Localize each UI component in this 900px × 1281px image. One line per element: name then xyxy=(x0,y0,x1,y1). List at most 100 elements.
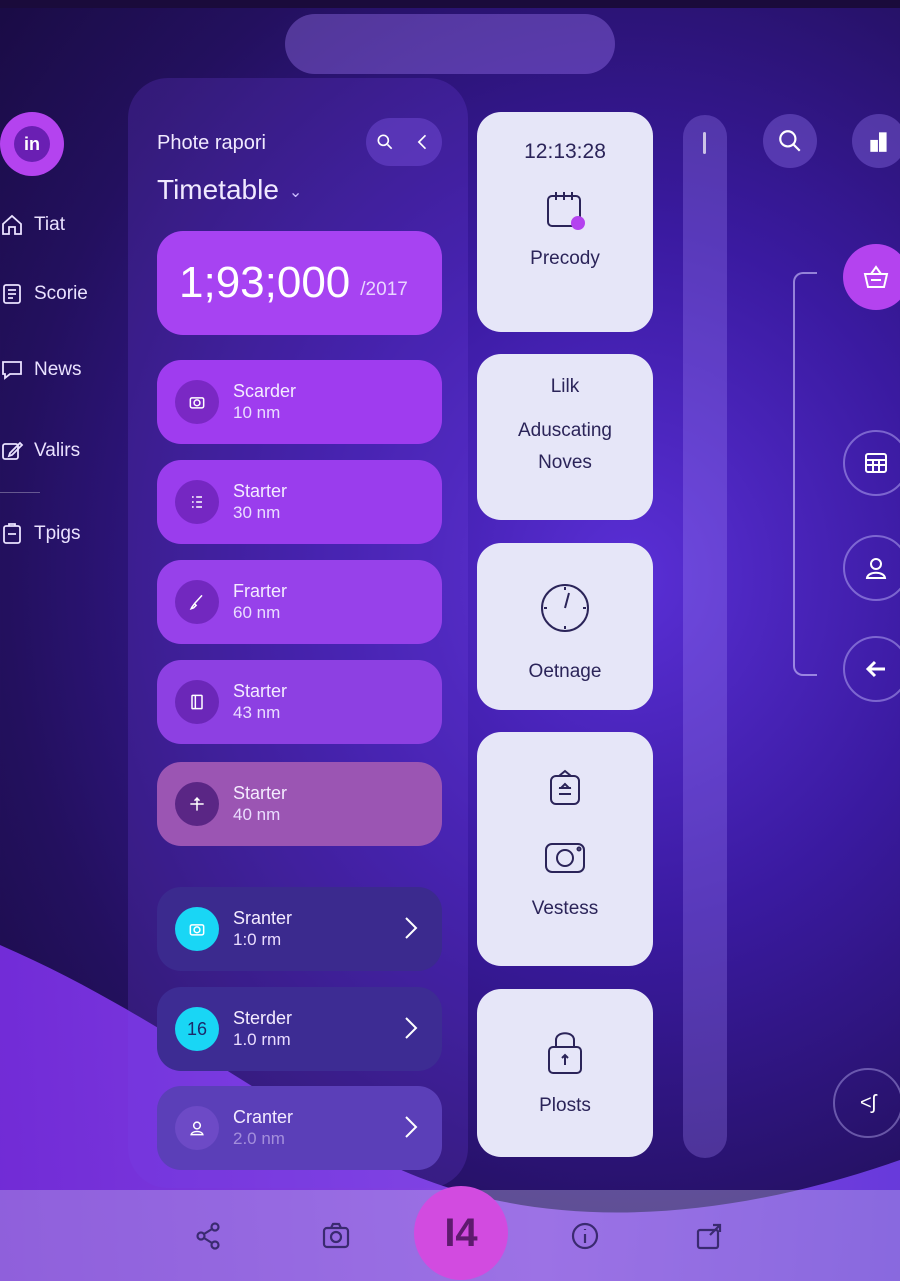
highlight-value: 1;93;000 xyxy=(179,258,351,307)
top-search-pill[interactable] xyxy=(285,14,615,74)
brand-logo[interactable]: in xyxy=(0,112,64,176)
camera-icon[interactable] xyxy=(320,1220,352,1252)
search-icon xyxy=(779,130,801,152)
highlight-year: /2017 xyxy=(360,279,408,300)
list-item[interactable]: Sranter 1:0 rm xyxy=(157,887,442,971)
lock-icon xyxy=(548,1032,582,1074)
tile-line3: Noves xyxy=(538,452,592,473)
list-item-title: Starter xyxy=(233,481,288,501)
search-icon[interactable] xyxy=(375,132,395,152)
tile-line2: Aduscating xyxy=(517,420,612,441)
status-strip xyxy=(0,0,900,8)
calendar-grid-button[interactable] xyxy=(843,430,900,496)
list-item-title: Scarder xyxy=(233,381,297,401)
list-item-sub: 40 nm xyxy=(233,805,281,824)
list-icon xyxy=(175,480,219,524)
chevron-right-icon xyxy=(404,1114,418,1140)
brand-label: in xyxy=(14,126,50,162)
scrollbar-thumb[interactable] xyxy=(703,132,706,154)
clock-icon xyxy=(541,584,589,632)
count-badge: 16 xyxy=(175,1007,219,1051)
tile-precody[interactable]: 12:13:28 Precody xyxy=(477,112,653,332)
scrollbar[interactable] xyxy=(683,115,727,1158)
share-icon[interactable] xyxy=(192,1220,224,1252)
chevron-down-icon: ⌄ xyxy=(288,183,303,201)
tile-vestess[interactable]: Vestess xyxy=(477,732,653,966)
sidebar-item-tpigs[interactable]: Tpigs xyxy=(0,522,80,546)
highlight-card[interactable]: 1;93;000 /2017 xyxy=(157,231,442,335)
search-button[interactable] xyxy=(763,114,817,168)
profile-button[interactable] xyxy=(843,535,900,601)
list-item[interactable]: Starter 40 nm xyxy=(157,762,442,846)
chevron-right-icon xyxy=(404,915,418,941)
basket-icon xyxy=(863,265,889,288)
book-icon xyxy=(175,680,219,724)
list-item-title: Sterder xyxy=(233,1008,293,1028)
list-item-title: Cranter xyxy=(233,1107,294,1127)
sidebar-item-tiat[interactable]: Tiat xyxy=(0,213,65,237)
code-button[interactable]: <ʃ xyxy=(833,1068,900,1138)
list-item-title: Starter xyxy=(233,681,288,701)
list-item[interactable]: Frarter 60 nm xyxy=(157,560,442,644)
tile-label: Oetnage xyxy=(528,661,602,682)
list-item-sub: 10 nm xyxy=(233,403,281,422)
primary-action-button[interactable]: I4 xyxy=(414,1186,508,1280)
export-icon[interactable] xyxy=(693,1220,725,1252)
list-item-sub: 2.0 nm xyxy=(233,1129,285,1148)
tile-oetnage[interactable]: Oetnage xyxy=(477,543,653,710)
stats-button[interactable] xyxy=(852,114,900,168)
basket-button[interactable] xyxy=(843,244,900,310)
tile-label: Vestess xyxy=(531,898,599,919)
chat-icon xyxy=(2,361,22,380)
camera-icon xyxy=(175,380,219,424)
sidebar-item-label: Tiat xyxy=(34,214,65,235)
panel-title[interactable]: Timetable ⌄ xyxy=(157,174,302,206)
chevron-right-icon xyxy=(404,1015,418,1041)
list-item-sub: 1.0 rnm xyxy=(233,1030,291,1049)
calendar-grid-icon xyxy=(865,453,887,473)
home-icon xyxy=(2,214,22,235)
arrow-left-icon xyxy=(865,660,885,678)
camera-icon xyxy=(175,907,219,951)
list-item-sub: 43 nm xyxy=(233,703,281,722)
move-icon xyxy=(175,782,219,826)
sidebar-item-label: Scorie xyxy=(34,283,88,304)
panel-actions xyxy=(366,118,442,166)
sidebar-divider xyxy=(0,492,40,493)
brush-icon xyxy=(175,580,219,624)
panel-subtitle: Phote rapori xyxy=(157,132,266,154)
clock-time: 12:13:28 xyxy=(524,140,606,163)
sidebar-item-news[interactable]: News xyxy=(0,358,82,382)
info-icon[interactable] xyxy=(569,1220,601,1252)
edit-icon xyxy=(2,441,24,460)
back-button[interactable] xyxy=(843,636,900,702)
user-icon xyxy=(175,1106,219,1150)
list-item[interactable]: Starter 30 nm xyxy=(157,460,442,544)
tile-label: Precody xyxy=(530,248,600,269)
bar-chart-icon xyxy=(870,132,887,152)
sidebar-item-label: Valirs xyxy=(34,440,81,461)
list-item[interactable]: Starter 43 nm xyxy=(157,660,442,744)
sidebar-item-scorie[interactable]: Scorie xyxy=(0,282,88,306)
list-item[interactable]: Scarder 10 nm xyxy=(157,360,442,444)
sidebar-item-valirs[interactable]: Valirs xyxy=(0,439,80,463)
list-item-title: Frarter xyxy=(233,581,287,601)
back-icon[interactable] xyxy=(413,132,433,152)
list-item-sub: 30 nm xyxy=(233,503,281,522)
camera-icon xyxy=(545,843,585,873)
list-item-sub: 60 nm xyxy=(233,603,281,622)
sidebar-item-label: News xyxy=(34,359,82,380)
clipboard-icon xyxy=(3,523,21,544)
bag-icon xyxy=(550,769,580,805)
calendar-icon xyxy=(547,192,585,230)
sidebar-item-label: Tpigs xyxy=(34,523,81,544)
panel-title-text: Timetable xyxy=(157,174,279,205)
list-item-title: Starter xyxy=(233,783,288,803)
list-item[interactable]: Cranter 2.0 nm xyxy=(157,1086,442,1170)
tile-line1: Lilk xyxy=(550,376,580,397)
tile-plosts[interactable]: Plosts xyxy=(477,989,653,1157)
list-item-title: Sranter xyxy=(233,908,293,928)
list-item[interactable]: 16 Sterder 1.0 rnm xyxy=(157,987,442,1071)
user-icon xyxy=(865,558,887,579)
tile-aduscating[interactable]: Lilk Aduscating Noves xyxy=(477,354,653,520)
